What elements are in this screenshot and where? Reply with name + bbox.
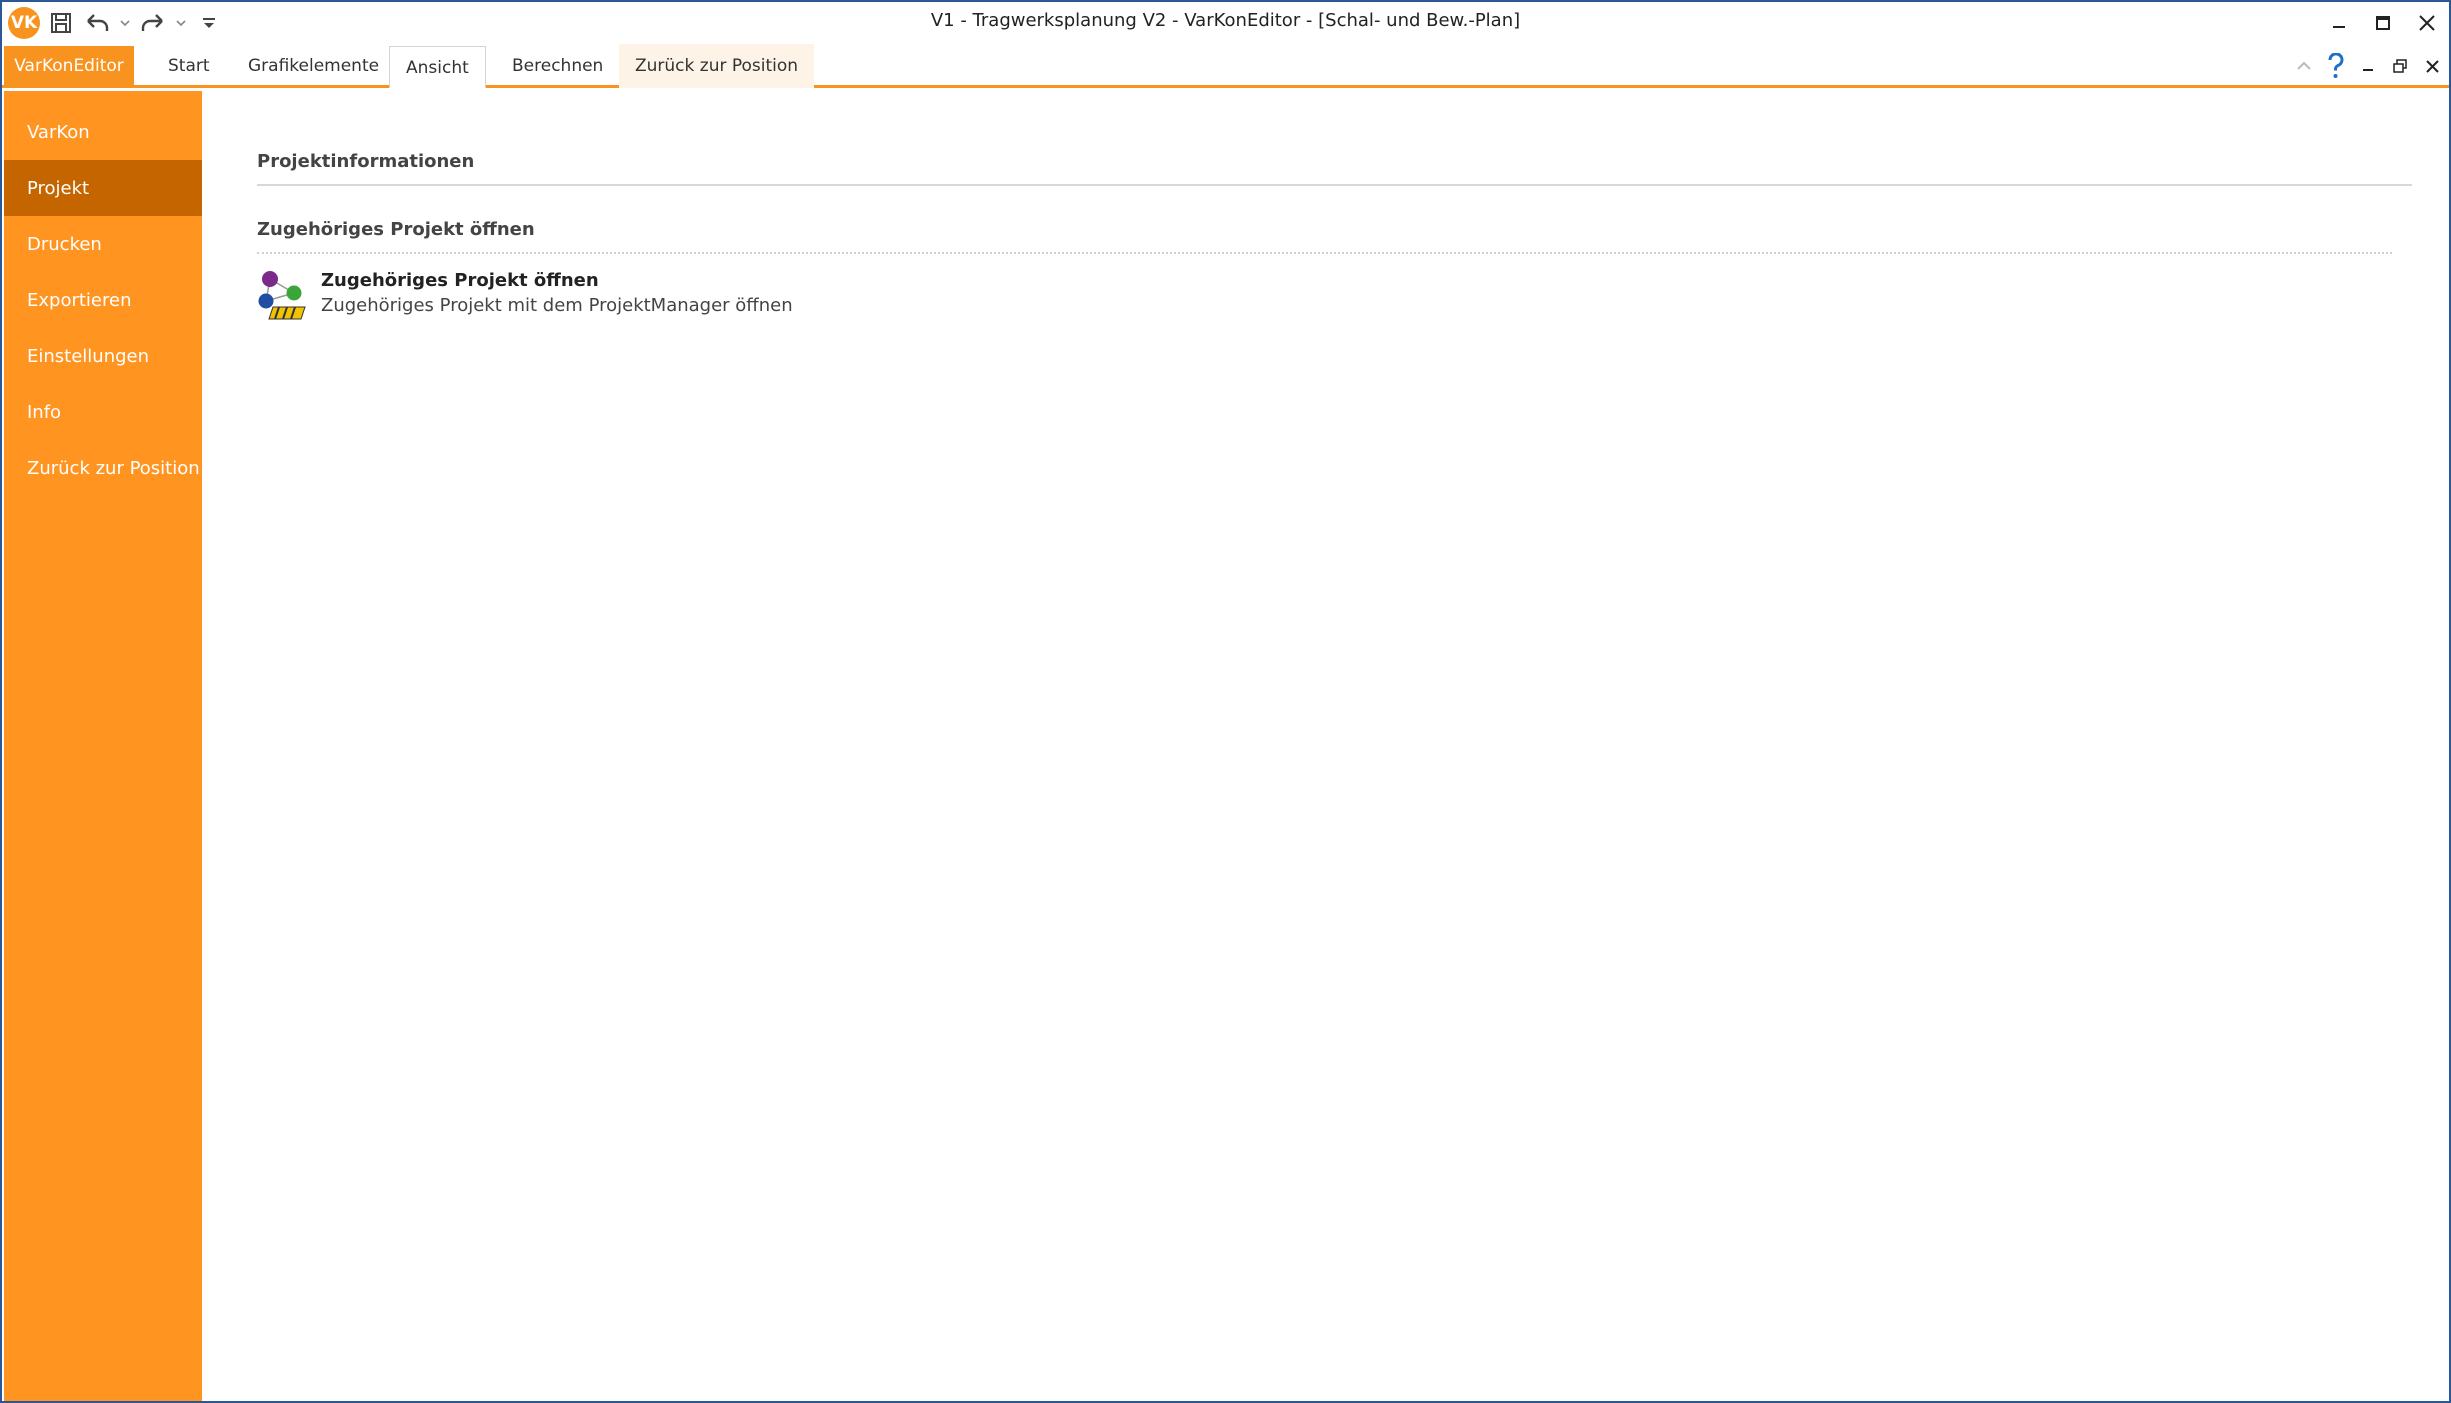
minimize-button[interactable] <box>2317 2 2361 44</box>
sidebar-item-projekt[interactable]: Projekt <box>4 160 202 216</box>
maximize-button[interactable] <box>2361 2 2405 44</box>
doc-close-button[interactable] <box>2421 52 2443 80</box>
open-related-project-button[interactable]: Zugehöriges Projekt öffnen Zugehöriges P… <box>257 269 877 329</box>
sidebar-item-varkon[interactable]: VarKon <box>4 104 202 160</box>
tab-ansicht[interactable]: Ansicht <box>389 46 486 88</box>
minimize-icon <box>2363 69 2373 71</box>
tab-varkoneditor[interactable]: VarKonEditor <box>4 46 134 86</box>
section-divider <box>257 184 2412 186</box>
help-icon <box>2328 53 2344 78</box>
project-manager-icon <box>257 269 307 325</box>
close-icon <box>2419 15 2435 31</box>
window-title: V1 - Tragwerksplanung V2 - VarKonEditor … <box>930 10 1521 31</box>
section-title-projektinformationen: Projektinformationen <box>257 151 475 172</box>
collapse-ribbon-button[interactable] <box>2293 52 2315 80</box>
sidebar-item-zurueck-zur-position[interactable]: Zurück zur Position <box>4 440 202 496</box>
section-title-zugehoeriges-projekt: Zugehöriges Projekt öffnen <box>257 219 535 240</box>
close-button[interactable] <box>2405 2 2449 44</box>
ribbon-right-controls <box>2293 50 2443 82</box>
sidebar-item-drucken[interactable]: Drucken <box>4 216 202 272</box>
maximize-icon <box>2376 16 2390 30</box>
section-divider-dotted <box>257 252 2392 254</box>
ribbon-tab-bar: VarKonEditor Start Grafikelemente Ansich… <box>2 44 2449 88</box>
doc-minimize-button[interactable] <box>2357 52 2379 80</box>
window-controls <box>2317 2 2449 44</box>
command-title: Zugehöriges Projekt öffnen <box>321 270 599 291</box>
close-icon <box>2425 59 2439 73</box>
sidebar-item-info[interactable]: Info <box>4 384 202 440</box>
tab-grafikelemente[interactable]: Grafikelemente <box>232 44 395 88</box>
tab-zurueck-zur-position[interactable]: Zurück zur Position <box>619 44 815 88</box>
app-window: VK V1 - Tragwerksplanung V2 - VarKonEdit… <box>0 0 2451 1403</box>
doc-restore-button[interactable] <box>2389 52 2411 80</box>
sidebar-item-einstellungen[interactable]: Einstellungen <box>4 328 202 384</box>
collapse-ribbon-icon <box>2297 61 2311 70</box>
tab-start[interactable]: Start <box>152 44 226 88</box>
title-bar: VK V1 - Tragwerksplanung V2 - VarKonEdit… <box>2 2 2449 44</box>
backstage-sidebar: VarKon Projekt Drucken Exportieren Einst… <box>4 91 202 1401</box>
sidebar-item-exportieren[interactable]: Exportieren <box>4 272 202 328</box>
tab-berechnen[interactable]: Berechnen <box>496 44 619 88</box>
command-description: Zugehöriges Projekt mit dem ProjektManag… <box>321 295 793 316</box>
restore-icon <box>2393 59 2407 73</box>
minimize-icon <box>2333 26 2345 28</box>
help-button[interactable] <box>2325 52 2347 80</box>
command-text: Zugehöriges Projekt öffnen Zugehöriges P… <box>321 269 793 319</box>
